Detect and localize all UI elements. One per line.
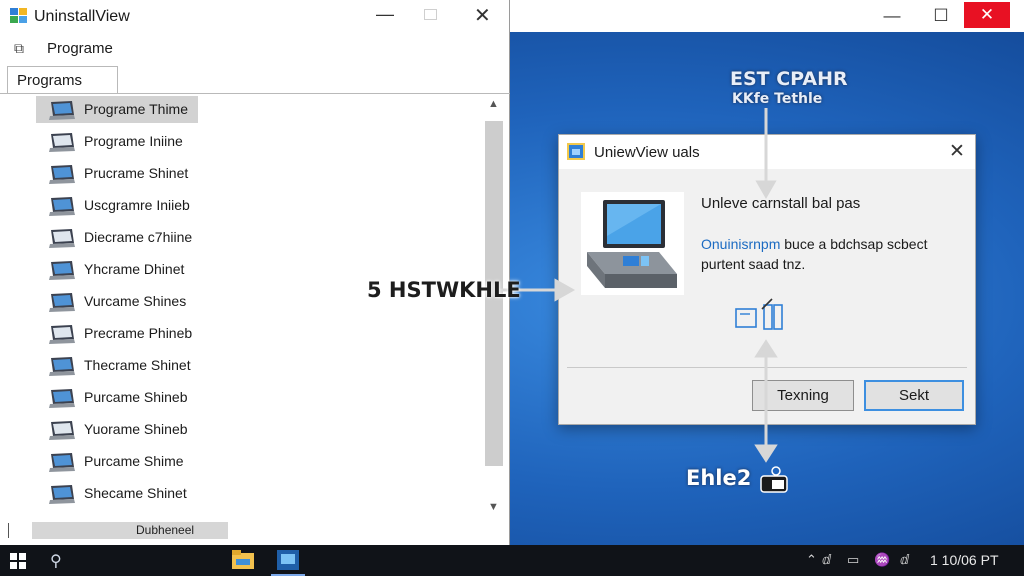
uninstall-dialog: UniewView uals ✕ Unleve carnstall bal pa… <box>558 134 976 425</box>
annotation-left-label: 5 HSTWKHLE <box>367 278 521 302</box>
menubar: ⧉ Programe <box>0 36 510 62</box>
program-monitor-icon <box>49 133 75 152</box>
wifi-icon[interactable]: ♒ <box>874 552 890 568</box>
computer-icon <box>587 200 677 288</box>
chevron-up-icon[interactable]: ⌃ <box>806 552 817 568</box>
dialog-title: UniewView uals <box>594 144 700 161</box>
network-icon[interactable]: ⅆ <box>822 552 831 568</box>
windows-start-icon[interactable] <box>10 553 26 569</box>
program-monitor-icon <box>49 389 75 408</box>
program-row[interactable]: Diecrame c7hiine <box>36 223 476 251</box>
program-monitor-icon <box>49 325 75 344</box>
program-name: Yhcrame Dhinet <box>84 261 185 277</box>
horizontal-scrollbar[interactable]: Dubheneel <box>2 521 482 541</box>
horizontal-scrollbar-label: Dubheneel <box>136 523 195 537</box>
program-name: Vurcame Shines <box>84 293 187 309</box>
program-name: Programe Thime <box>84 101 189 117</box>
menu-program-icon: ⧉ <box>14 40 24 56</box>
programs-list: Programe Thime Programe Iniine Prucrame Sh… <box>36 95 476 520</box>
uninstallview-taskbar-icon[interactable] <box>277 550 299 570</box>
program-row[interactable]: Precrame Phineb <box>36 319 476 347</box>
program-row[interactable]: Programe Thime <box>36 95 476 123</box>
program-monitor-icon <box>49 485 75 504</box>
dialog-separator <box>567 367 967 368</box>
background-minimize-button[interactable]: — <box>869 0 915 32</box>
program-monitor-icon <box>49 357 75 376</box>
program-row[interactable]: Purcame Shineb <box>36 383 476 411</box>
menu-programe[interactable]: Programe <box>47 40 113 57</box>
scroll-up-icon[interactable]: ▲ <box>488 98 499 110</box>
annotation-bottom-label: Ehle2 <box>686 466 752 490</box>
program-name: Purcame Shime <box>84 453 184 469</box>
program-monitor-icon <box>49 165 75 184</box>
search-icon[interactable]: ⚲ <box>50 551 62 571</box>
annotation-top-subtitle: KKfe Tethle <box>732 91 823 107</box>
program-name: Shecame Shinet <box>84 485 187 501</box>
program-name: Precrame Phineb <box>84 325 193 341</box>
dialog-message: Onuinisrnpm buce a bdchsap scbect purten… <box>701 234 961 274</box>
program-monitor-icon <box>49 229 75 248</box>
sekt-button[interactable]: Sekt <box>864 380 964 411</box>
window-titlebar: UninstallView — ✕ <box>0 0 510 32</box>
program-monitor-icon <box>49 101 75 120</box>
uninstallview-window: UninstallView — ✕ ⧉ Programe Programs Pr… <box>0 0 510 545</box>
dialog-titlebar: UniewView uals ✕ <box>559 135 975 169</box>
program-row[interactable]: Purcame Shime <box>36 447 476 475</box>
program-name: Prucrame Shinet <box>84 165 189 181</box>
tab-programs[interactable]: Programs <box>7 66 118 94</box>
dialog-app-icon <box>567 143 585 160</box>
scroll-down-icon[interactable]: ▼ <box>488 501 499 513</box>
program-row[interactable]: Yuorame Shineb <box>36 415 476 443</box>
computer-image <box>581 192 684 295</box>
background-close-button[interactable]: ✕ <box>964 2 1010 28</box>
program-name: Yuorame Shineb <box>84 421 188 437</box>
battery-icon[interactable]: ▭ <box>847 552 859 568</box>
program-monitor-icon <box>49 421 75 440</box>
close-button[interactable]: ✕ <box>474 3 491 28</box>
program-name: Thecrame Shinet <box>84 357 191 373</box>
tab-divider <box>0 93 510 94</box>
program-name: Uscgramre Iniieb <box>84 197 190 213</box>
dialog-message-link[interactable]: Onuinisrnpm <box>701 236 780 252</box>
texning-button[interactable]: Texning <box>752 380 854 411</box>
program-name: Purcame Shineb <box>84 389 188 405</box>
column-divider <box>8 523 9 538</box>
program-monitor-icon <box>49 261 75 280</box>
program-row[interactable]: Prucrame Shinet <box>36 159 476 187</box>
dialog-heading: Unleve carnstall bal pas <box>701 195 861 212</box>
program-row[interactable]: Shecame Shinet <box>36 479 476 507</box>
background-maximize-button[interactable]: ☐ <box>918 0 964 32</box>
dialog-close-button[interactable]: ✕ <box>949 140 965 163</box>
annotation-badge-icon <box>760 466 788 493</box>
program-row[interactable]: Thecrame Shinet <box>36 351 476 379</box>
taskbar-clock[interactable]: 1 10/06 PT <box>930 552 999 568</box>
vertical-scrollbar[interactable]: ▲ ▼ <box>483 95 505 520</box>
program-monitor-icon <box>49 293 75 312</box>
program-row[interactable]: Uscgramre Iniieb <box>36 191 476 219</box>
program-monitor-icon <box>49 453 75 472</box>
program-monitor-icon <box>49 197 75 216</box>
horizontal-scrollbar-thumb[interactable] <box>32 522 228 539</box>
minimize-button[interactable]: — <box>376 4 394 25</box>
file-explorer-icon[interactable] <box>232 550 254 570</box>
program-name: Programe Iniine <box>84 133 183 149</box>
taskbar: ⚲ ⌃ ⅆ ▭ ♒ ⅆ 1 10/06 PT <box>0 545 1024 576</box>
app-icon <box>10 8 27 23</box>
annotation-top-title: EST CPAHR <box>730 68 848 90</box>
volume-icon[interactable]: ⅆ <box>900 552 909 568</box>
program-row[interactable]: Programe Iniine <box>36 127 476 155</box>
program-name: Diecrame c7hiine <box>84 229 193 245</box>
uninstall-graphic-icon <box>735 298 783 330</box>
maximize-button[interactable] <box>424 9 437 20</box>
window-title: UninstallView <box>34 8 130 25</box>
